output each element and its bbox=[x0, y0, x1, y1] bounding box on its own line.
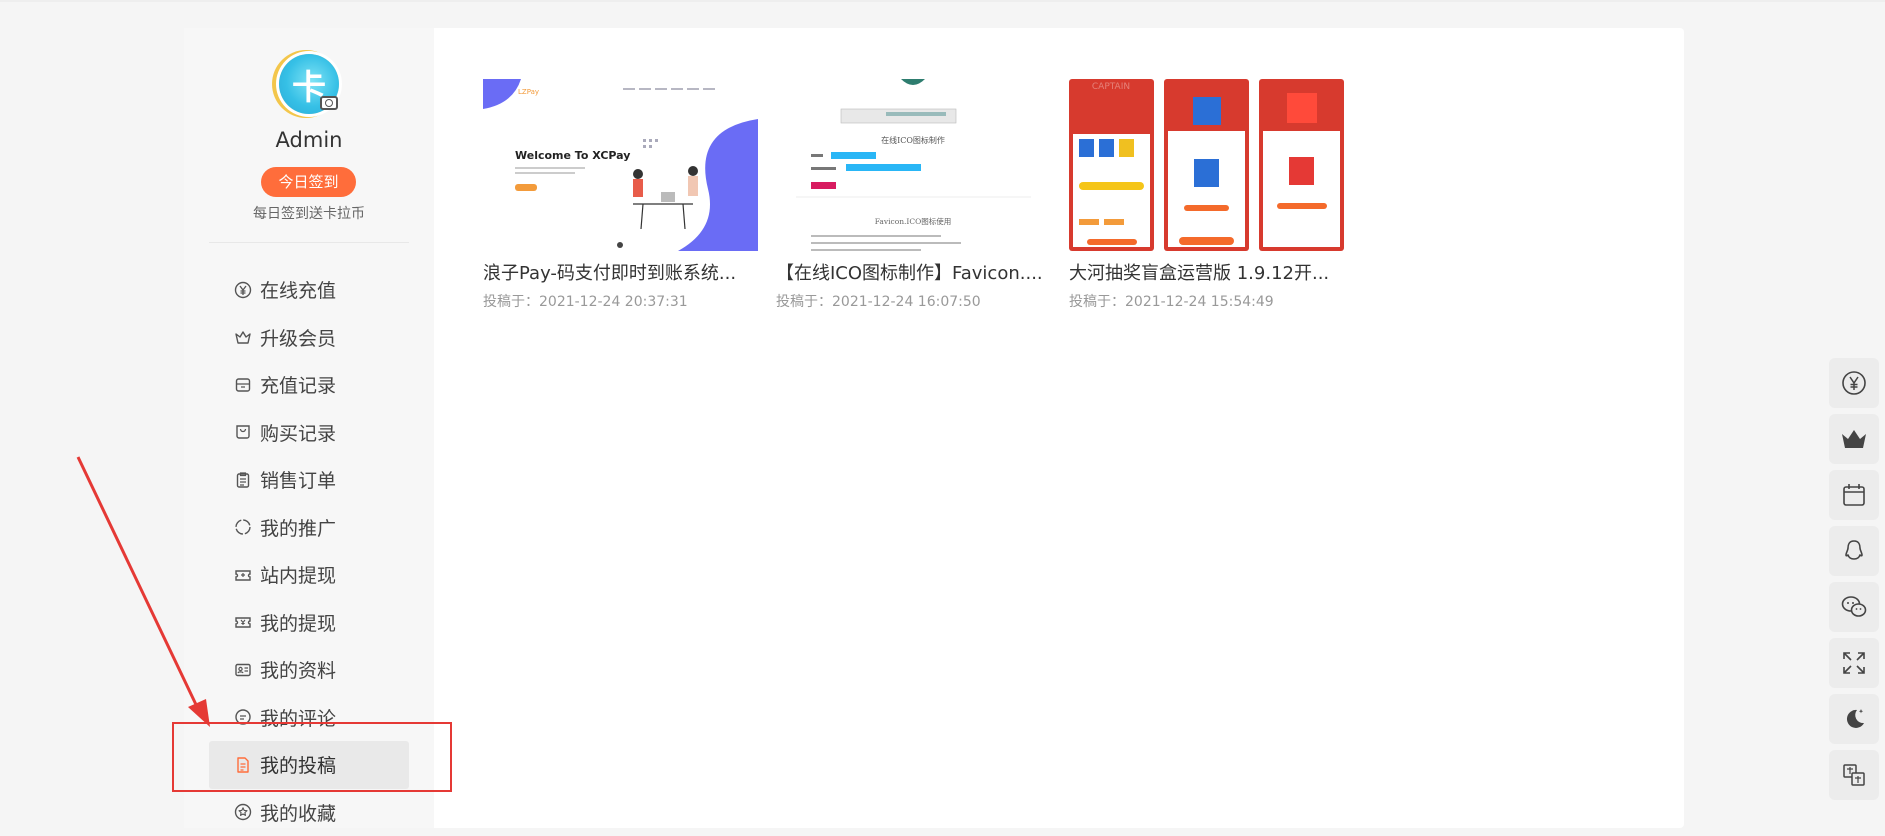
star-icon bbox=[234, 803, 252, 821]
sidebar-item-upgrade[interactable]: 升级会员 bbox=[209, 314, 409, 362]
checkin-button[interactable]: 今日签到 bbox=[261, 167, 356, 197]
clipboard-icon bbox=[234, 471, 252, 489]
qq-icon bbox=[1841, 538, 1867, 564]
post-date: 投稿于：2021-12-24 16:07:50 bbox=[776, 291, 1051, 311]
post-title[interactable]: 浪子Pay-码支付即时到账系统... bbox=[483, 259, 758, 285]
wallet-icon bbox=[234, 376, 252, 394]
sidebar-item-promotion[interactable]: 我的推广 bbox=[209, 504, 409, 552]
post-card[interactable]: LZPay Welcome To XCPay 浪子Pay-码支付即时到账系统..… bbox=[483, 79, 758, 311]
sidebar-item-label: 充值记录 bbox=[260, 371, 336, 398]
post-title[interactable]: 大河抽奖盲盒运营版 1.9.12开... bbox=[1069, 259, 1344, 285]
thumb-subheading: Favicon.ICO图标使用 bbox=[875, 216, 952, 226]
fullscreen-float-button[interactable] bbox=[1829, 638, 1879, 688]
post-date: 投稿于：2021-12-24 15:54:49 bbox=[1069, 291, 1344, 311]
sidebar-item-sales-orders[interactable]: 销售订单 bbox=[209, 456, 409, 504]
post-date: 投稿于：2021-12-24 20:37:31 bbox=[483, 291, 758, 311]
thumb-heading: CAPTAIN bbox=[1092, 82, 1130, 92]
translate-icon bbox=[1841, 762, 1867, 788]
sidebar-item-favorites[interactable]: 我的收藏 bbox=[209, 789, 409, 836]
sidebar-item-profile[interactable]: 我的资料 bbox=[209, 646, 409, 694]
recharge-float-button[interactable] bbox=[1829, 358, 1879, 408]
top-border bbox=[0, 0, 1885, 2]
yen-icon bbox=[234, 281, 252, 299]
wechat-float-button[interactable] bbox=[1829, 582, 1879, 632]
bag-icon bbox=[234, 423, 252, 441]
sidebar-item-my-withdraw[interactable]: 我的提现 bbox=[209, 599, 409, 647]
favicon-tool-screenshot: 在线ICO图标制作 Favicon.ICO图标使用 bbox=[776, 79, 1051, 251]
sidebar-item-purchase-log[interactable]: 购买记录 bbox=[209, 409, 409, 457]
loop-icon bbox=[234, 518, 252, 536]
thumb-heading: Welcome To XCPay bbox=[515, 149, 630, 162]
calendar-icon bbox=[1841, 482, 1867, 508]
crown-icon bbox=[1840, 426, 1868, 452]
thumb-heading: 在线ICO图标制作 bbox=[881, 135, 945, 145]
fullscreen-icon bbox=[1841, 650, 1867, 676]
sidebar-item-label: 我的资料 bbox=[260, 656, 336, 683]
sidebar-item-label: 我的推广 bbox=[260, 514, 336, 541]
sidebar-item-label: 我的收藏 bbox=[260, 799, 336, 826]
yen-ticket-icon bbox=[234, 613, 252, 631]
camera-icon[interactable] bbox=[320, 96, 338, 110]
sidebar-item-label: 我的提现 bbox=[260, 609, 336, 636]
thumb-logo: LZPay bbox=[518, 88, 539, 96]
moon-icon bbox=[1841, 706, 1867, 732]
blindbox-screenshot: CAPTAIN bbox=[1069, 79, 1344, 251]
id-card-icon bbox=[234, 661, 252, 679]
post-thumbnail[interactable]: LZPay Welcome To XCPay bbox=[483, 79, 758, 251]
sidebar-item-label: 购买记录 bbox=[260, 419, 336, 446]
sidebar-item-label: 升级会员 bbox=[260, 324, 336, 351]
sidebar-item-recharge[interactable]: 在线充值 bbox=[209, 266, 409, 314]
crown-icon bbox=[234, 328, 252, 346]
post-title[interactable]: 【在线ICO图标制作】Favicon.... bbox=[776, 259, 1051, 285]
sidebar-item-label: 在线充值 bbox=[260, 276, 336, 303]
vip-float-button[interactable] bbox=[1829, 414, 1879, 464]
divider bbox=[209, 242, 409, 243]
ticket-icon bbox=[234, 566, 252, 584]
post-thumbnail[interactable]: 在线ICO图标制作 Favicon.ICO图标使用 bbox=[776, 79, 1051, 251]
right-toolbar bbox=[1829, 358, 1879, 806]
sidebar-item-site-withdraw[interactable]: 站内提现 bbox=[209, 551, 409, 599]
checkin-subtitle: 每日签到送卡拉币 bbox=[184, 203, 434, 223]
yen-icon bbox=[1841, 370, 1867, 396]
username: Admin bbox=[184, 128, 434, 152]
checkin-float-button[interactable] bbox=[1829, 470, 1879, 520]
post-thumbnail[interactable]: CAPTAIN bbox=[1069, 79, 1344, 251]
sidebar-item-label: 站内提现 bbox=[260, 561, 336, 588]
post-card[interactable]: CAPTAIN 大河抽奖盲盒运营版 bbox=[1069, 79, 1344, 311]
sidebar-item-label: 销售订单 bbox=[260, 466, 336, 493]
annotation-arrow bbox=[60, 455, 220, 730]
post-card[interactable]: 在线ICO图标制作 Favicon.ICO图标使用 【在线ICO图标制作】Fav… bbox=[776, 79, 1051, 311]
sidebar-item-recharge-log[interactable]: 充值记录 bbox=[209, 361, 409, 409]
highlight-box bbox=[172, 722, 452, 792]
dark-mode-float-button[interactable] bbox=[1829, 694, 1879, 744]
lzpay-screenshot: LZPay Welcome To XCPay bbox=[483, 79, 758, 251]
translate-float-button[interactable] bbox=[1829, 750, 1879, 800]
wechat-icon bbox=[1840, 594, 1868, 620]
qq-float-button[interactable] bbox=[1829, 526, 1879, 576]
